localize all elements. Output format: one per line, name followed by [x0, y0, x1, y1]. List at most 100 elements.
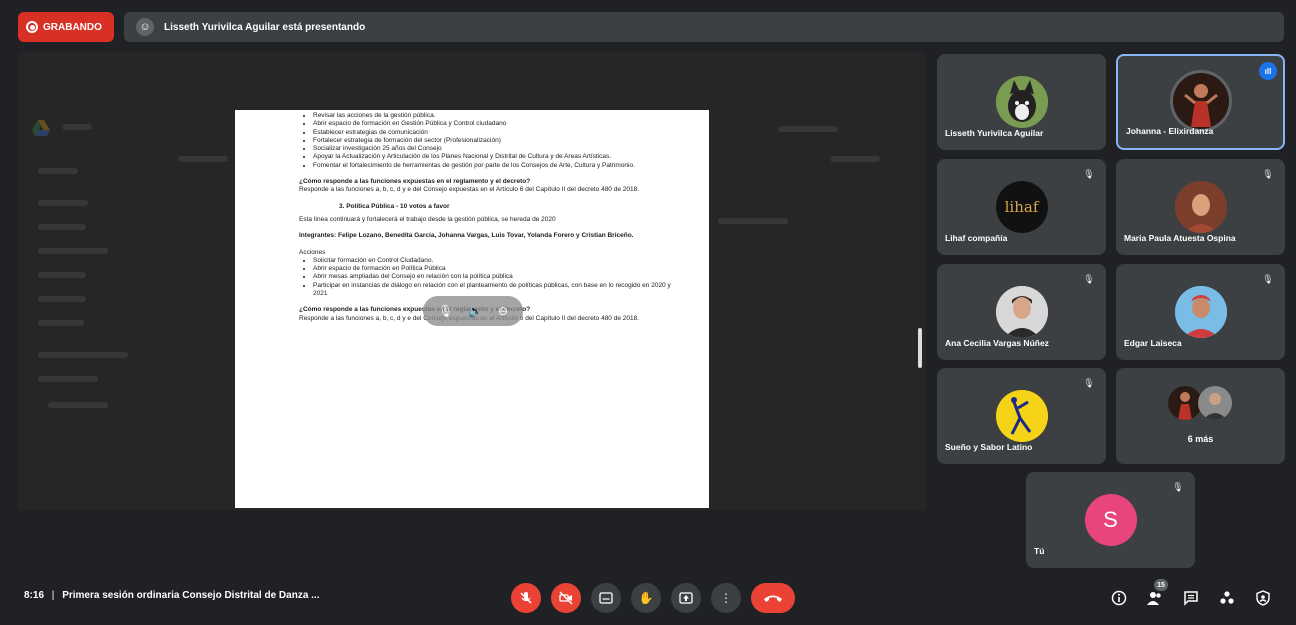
mic-off-icon: 🎙	[1083, 168, 1095, 179]
captions-button[interactable]	[591, 583, 621, 613]
mic-off-icon: 🎙	[1172, 481, 1184, 492]
mic-toggle-button[interactable]	[511, 583, 541, 613]
person-avatar-icon	[1174, 181, 1227, 233]
list-item: Solicitar formación en Control Ciudadano…	[313, 257, 675, 265]
camera-toggle-button[interactable]	[551, 583, 581, 613]
slide-members: Integrantes: Felipe Lozano, Benedita Gar…	[299, 232, 634, 240]
participant-avatar: lihaf	[995, 181, 1048, 233]
more-participants-label: 6 más	[1187, 434, 1214, 444]
side-panel-controls: 15	[1108, 579, 1274, 611]
participant-avatar	[995, 286, 1048, 338]
participant-tile[interactable]: 🎙 Maria Paula Atuesta Ospina	[1116, 159, 1285, 255]
mic-off-icon: 🎙	[1083, 377, 1095, 388]
participant-name: Ana Cecilia Vargas Núñez	[945, 338, 1049, 348]
list-item: Socializar investigación 25 años del Con…	[313, 145, 675, 153]
meeting-separator: |	[51, 590, 55, 601]
slide-acciones: Acciones	[299, 248, 326, 256]
participant-name: Edgar Laiseca	[1124, 338, 1182, 348]
meeting-title: Primera sesión ordinaria Consejo Distrit…	[62, 590, 320, 601]
list-item: Revisar las acciones de la gestión públi…	[313, 112, 675, 120]
self-avatar: S	[1084, 494, 1137, 546]
raise-hand-button[interactable]: ✋	[631, 583, 661, 613]
participant-avatar	[1169, 70, 1232, 132]
info-icon	[1111, 590, 1127, 606]
more-vert-icon: ⋮	[720, 591, 732, 605]
mic-off-icon	[520, 592, 532, 604]
self-tile[interactable]: 🎙 S Tú	[1026, 472, 1195, 568]
participant-tile[interactable]: 🎙 Edgar Laiseca	[1116, 264, 1285, 360]
list-item: Abrir espacio de formación en Gestión Pú…	[313, 120, 675, 128]
participant-avatar	[1198, 386, 1232, 420]
meeting-time: 8:16	[24, 590, 45, 601]
activities-button[interactable]	[1216, 585, 1238, 611]
list-item: Establecer estrategias de comunicación	[313, 129, 675, 137]
participant-tile[interactable]: 🎙 Sueño y Sabor Latino	[937, 368, 1106, 464]
participant-avatar	[1174, 181, 1227, 233]
chat-button[interactable]	[1180, 585, 1202, 611]
participant-avatar	[995, 76, 1048, 128]
participant-avatar	[1168, 386, 1202, 420]
list-item: Fortalecer estrategia de formación del s…	[313, 137, 675, 145]
activities-icon	[1220, 591, 1234, 604]
dancer-avatar-icon	[1168, 386, 1202, 420]
slide-list-2: Solicitar formación en Control Ciudadano…	[313, 257, 675, 298]
presenter-avatar: ☺	[136, 18, 154, 36]
call-controls: ✋ ⋮	[511, 583, 795, 613]
meet-window: GRABANDO ☺ Lisseth Yurivilca Aguilar est…	[0, 0, 1296, 625]
mic-off-icon: 🎙	[1262, 273, 1274, 284]
presenting-text: Lisseth Yurivilca Aguilar está presentan…	[164, 21, 366, 33]
meeting-details-button[interactable]	[1108, 585, 1130, 611]
slide-heading: 3. Política Pública - 10 votos a favor	[339, 202, 450, 210]
list-item: Abrir mesas ampliadas del Consejo en rel…	[313, 273, 675, 281]
chat-icon	[1184, 591, 1198, 606]
stage-scrollbar[interactable]	[918, 328, 922, 368]
host-controls-button[interactable]	[1252, 585, 1274, 611]
slide-list-1: Revisar las acciones de la gestión públi…	[313, 112, 675, 170]
presentation-floating-controls: 🎙 🔈 ⊖	[423, 296, 523, 326]
participant-name: Maria Paula Atuesta Ospina	[1124, 233, 1236, 243]
mic-off-icon: 🎙	[1262, 168, 1274, 179]
captions-icon	[599, 592, 613, 604]
presenting-banner[interactable]: ☺ Lisseth Yurivilca Aguilar está present…	[124, 12, 1284, 42]
participant-tile[interactable]: 🎙 lihaf Lihaf compañía	[937, 159, 1106, 255]
camera-off-icon	[559, 591, 573, 605]
participant-tile[interactable]: ıll Johanna - Elixirdanza	[1116, 54, 1285, 150]
participant-name: Lisseth Yurivilca Aguilar	[945, 128, 1044, 138]
mic-off-icon: 🎙	[1083, 273, 1095, 284]
hang-up-icon	[764, 595, 782, 602]
person-avatar-icon	[995, 286, 1048, 338]
list-item: Apoyar la Actualización y Articulación d…	[313, 153, 675, 161]
present-button[interactable]	[671, 583, 701, 613]
drive-logo-icon	[32, 120, 50, 136]
person-avatar-icon	[1198, 386, 1232, 420]
speaking-indicator-icon: ıll	[1259, 62, 1277, 80]
mic-off-icon[interactable]: 🎙	[438, 304, 453, 318]
participant-name: Sueño y Sabor Latino	[945, 442, 1033, 452]
dog-avatar-icon	[995, 76, 1048, 128]
people-button[interactable]: 15	[1144, 579, 1168, 611]
participant-tile[interactable]: 🎙 Ana Cecilia Vargas Núñez	[937, 264, 1106, 360]
present-screen-icon	[679, 592, 693, 604]
more-options-icon[interactable]: ⊖	[498, 304, 508, 318]
person-avatar-icon	[1174, 286, 1227, 338]
recording-label: GRABANDO	[43, 21, 102, 33]
participant-tile[interactable]: Lisseth Yurivilca Aguilar	[937, 54, 1106, 150]
more-options-button[interactable]: ⋮	[711, 583, 741, 613]
dancer-avatar-icon	[1172, 73, 1229, 129]
people-count-badge: 15	[1154, 579, 1168, 591]
recording-badge: GRABANDO	[18, 12, 114, 42]
dance-logo-icon	[995, 390, 1048, 442]
end-call-button[interactable]	[751, 583, 795, 613]
hand-icon: ✋	[638, 591, 654, 605]
avatar-logo-text: lihaf	[1004, 198, 1039, 216]
volume-icon[interactable]: 🔈	[468, 304, 483, 318]
list-item: Abrir espacio de formación en Política P…	[313, 265, 675, 273]
slide-question-1: ¿Cómo responde a las funciones expuestas…	[299, 178, 531, 186]
more-participants-tile[interactable]: 6 más	[1116, 368, 1285, 464]
participant-avatar	[1174, 286, 1227, 338]
record-icon	[26, 21, 38, 33]
shield-icon	[1256, 590, 1270, 606]
participant-name: Johanna - Elixirdanza	[1126, 126, 1214, 136]
presentation-stage: Revisar las acciones de la gestión públi…	[18, 52, 926, 510]
slide-line: Esta línea continuará y fortalecerá el t…	[299, 215, 556, 223]
